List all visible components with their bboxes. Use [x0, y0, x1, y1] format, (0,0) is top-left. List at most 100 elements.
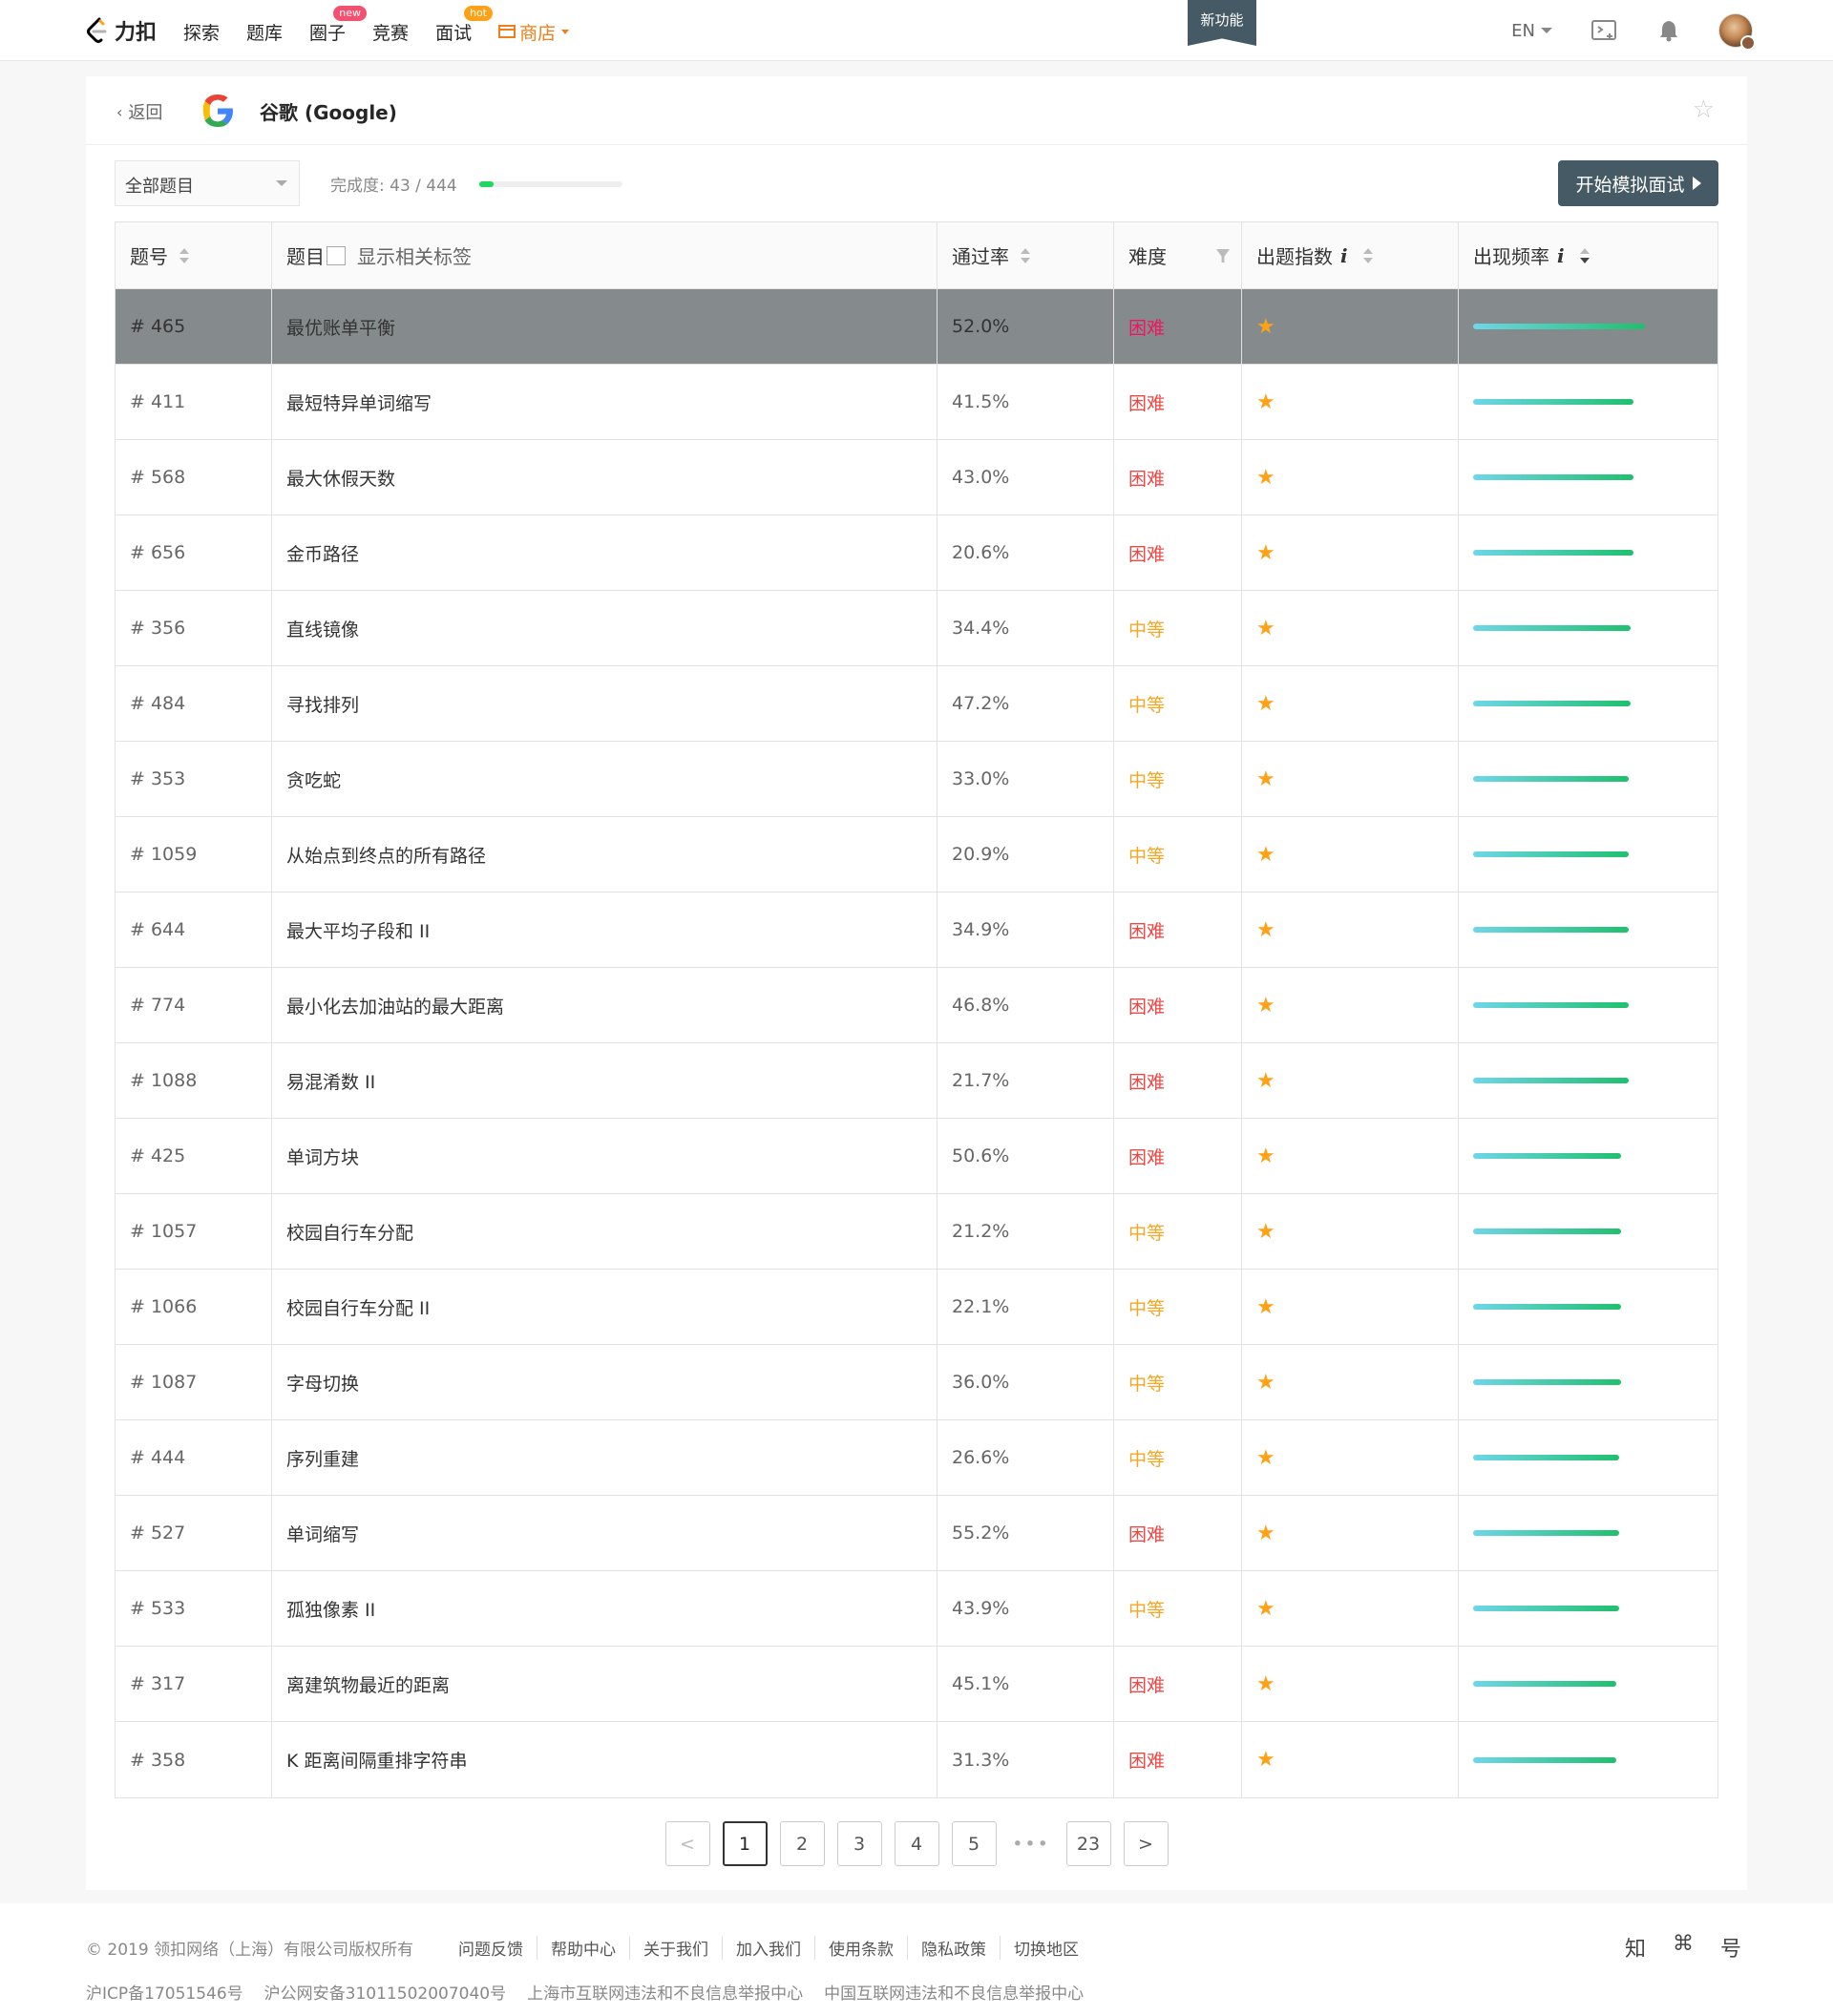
- footer-link[interactable]: 使用条款: [815, 1936, 908, 1960]
- icp-link[interactable]: 沪ICP备17051546号: [86, 1980, 243, 2004]
- info-icon[interactable]: i: [1340, 244, 1348, 267]
- next-page-button[interactable]: >: [1123, 1821, 1169, 1866]
- footer-link[interactable]: 切换地区: [1001, 1936, 1092, 1960]
- question-filter-select[interactable]: 全部题目: [115, 160, 300, 206]
- cell-difficulty: 困难: [1114, 1043, 1242, 1118]
- question-id: # 353: [130, 768, 186, 789]
- col-id-header[interactable]: 题号: [116, 222, 272, 288]
- table-row[interactable]: # 1066 校园自行车分配 II 22.1% 中等 ★: [116, 1270, 1717, 1345]
- difficulty-label: 困难: [1128, 1071, 1166, 1093]
- table-row[interactable]: # 527 单词缩写 55.2% 困难 ★: [116, 1496, 1717, 1571]
- question-title-link[interactable]: 校园自行车分配 II: [286, 1294, 430, 1320]
- page-button-1[interactable]: 1: [722, 1821, 768, 1866]
- col-difficulty-header[interactable]: 难度: [1114, 222, 1242, 288]
- question-title-link[interactable]: 金币路径: [286, 540, 359, 566]
- question-title-link[interactable]: K 距离间隔重排字符串: [286, 1747, 468, 1773]
- info-icon[interactable]: i: [1557, 244, 1565, 267]
- new-feature-ribbon[interactable]: 新功能: [1188, 0, 1256, 46]
- language-switch[interactable]: EN: [1511, 21, 1552, 41]
- question-title-link[interactable]: 最大平均子段和 II: [286, 917, 430, 943]
- table-row[interactable]: # 1059 从始点到终点的所有路径 20.9% 中等 ★: [116, 817, 1717, 892]
- footer-link[interactable]: 帮助中心: [537, 1936, 630, 1960]
- question-title-link[interactable]: 离建筑物最近的距离: [286, 1671, 450, 1697]
- table-row[interactable]: # 425 单词方块 50.6% 困难 ★: [116, 1119, 1717, 1194]
- question-title-link[interactable]: 单词缩写: [286, 1521, 359, 1546]
- cell-id: # 1087: [116, 1345, 272, 1419]
- weibo-icon[interactable]: 号: [1720, 1932, 1741, 1963]
- cell-index: ★: [1242, 1119, 1459, 1193]
- start-mock-interview-button[interactable]: 开始模拟面试: [1558, 160, 1718, 206]
- col-rate-header[interactable]: 通过率: [938, 222, 1114, 288]
- table-row[interactable]: # 317 离建筑物最近的距离 45.1% 困难 ★: [116, 1647, 1717, 1722]
- table-row[interactable]: # 411 最短特异单词缩写 41.5% 困难 ★: [116, 365, 1717, 440]
- question-title-link[interactable]: 寻找排列: [286, 691, 359, 717]
- nav-item-1[interactable]: 题库: [246, 17, 283, 45]
- page-button-2[interactable]: 2: [779, 1821, 825, 1866]
- question-title-link[interactable]: 最短特异单词缩写: [286, 389, 432, 415]
- icp-link[interactable]: 上海市互联网违法和不良信息举报中心: [527, 1980, 803, 2004]
- table-row[interactable]: # 644 最大平均子段和 II 34.9% 困难 ★: [116, 892, 1717, 968]
- prev-page-button[interactable]: <: [664, 1821, 710, 1866]
- footer-link[interactable]: 关于我们: [630, 1936, 723, 1960]
- table-row[interactable]: # 356 直线镜像 34.4% 中等 ★: [116, 591, 1717, 666]
- question-title-link[interactable]: 校园自行车分配: [286, 1219, 413, 1245]
- filter-funnel-icon[interactable]: [1216, 249, 1230, 262]
- question-title-link[interactable]: 易混淆数 II: [286, 1068, 375, 1094]
- user-avatar[interactable]: [1718, 13, 1756, 51]
- table-row[interactable]: # 774 最小化去加油站的最大距离 46.8% 困难 ★: [116, 968, 1717, 1043]
- question-title-link[interactable]: 字母切换: [286, 1370, 359, 1396]
- show-tags-label[interactable]: 显示相关标签: [357, 242, 472, 269]
- footer-link[interactable]: 问题反馈: [458, 1936, 537, 1960]
- nav-item-4[interactable]: 面试 hot: [435, 5, 494, 45]
- table-row[interactable]: # 533 孤独像素 II 43.9% 中等 ★: [116, 1571, 1717, 1647]
- bell-icon[interactable]: [1657, 18, 1680, 43]
- cell-difficulty: 中等: [1114, 666, 1242, 741]
- frequency-bar: [1473, 1379, 1621, 1385]
- table-row[interactable]: # 444 序列重建 26.6% 中等 ★: [116, 1420, 1717, 1496]
- icp-link[interactable]: 沪公网安备31011502007040号: [264, 1980, 506, 2004]
- icp-link[interactable]: 中国互联网违法和不良信息举报中心: [824, 1980, 1084, 2004]
- nav-store[interactable]: 商店: [498, 17, 570, 45]
- frequency-bar: [1473, 550, 1633, 556]
- show-tags-checkbox[interactable]: [327, 245, 346, 265]
- table-row[interactable]: # 465 最优账单平衡 52.0% 困难 ★: [116, 289, 1717, 365]
- nav-item-2[interactable]: 圈子 new: [309, 5, 368, 45]
- question-title-link[interactable]: 从始点到终点的所有路径: [286, 842, 486, 868]
- question-title-link[interactable]: 孤独像素 II: [286, 1596, 375, 1622]
- back-link[interactable]: ‹ 返回: [116, 99, 162, 124]
- table-row[interactable]: # 358 K 距离间隔重排字符串 31.3% 困难 ★: [116, 1722, 1717, 1797]
- wechat-icon[interactable]: ⌘: [1673, 1932, 1694, 1963]
- table-row[interactable]: # 1087 字母切换 36.0% 中等 ★: [116, 1345, 1717, 1420]
- question-title-link[interactable]: 直线镜像: [286, 616, 359, 641]
- question-title-link[interactable]: 最优账单平衡: [286, 314, 395, 340]
- question-title-link[interactable]: 最小化去加油站的最大距离: [286, 993, 504, 1018]
- nav-item-3[interactable]: 竞赛: [372, 17, 409, 45]
- zhihu-icon[interactable]: 知: [1625, 1932, 1646, 1963]
- table-row[interactable]: # 484 寻找排列 47.2% 中等 ★: [116, 666, 1717, 742]
- brand-logo[interactable]: 力扣: [84, 13, 157, 48]
- footer-link[interactable]: 隐私政策: [908, 1936, 1001, 1960]
- table-row[interactable]: # 656 金币路径 20.6% 困难 ★: [116, 515, 1717, 591]
- table-row[interactable]: # 1057 校园自行车分配 21.2% 中等 ★: [116, 1194, 1717, 1270]
- page-button-3[interactable]: 3: [836, 1821, 882, 1866]
- acceptance-rate: 41.5%: [952, 391, 1010, 412]
- table-row[interactable]: # 1088 易混淆数 II 21.7% 困难 ★: [116, 1043, 1717, 1119]
- acceptance-rate: 21.2%: [952, 1221, 1010, 1242]
- page-button-last[interactable]: 23: [1065, 1821, 1111, 1866]
- table-row[interactable]: # 568 最大休假天数 43.0% 困难 ★: [116, 440, 1717, 515]
- question-title-link[interactable]: 最大休假天数: [286, 465, 395, 491]
- question-title-link[interactable]: 贪吃蛇: [286, 766, 341, 792]
- nav-item-0[interactable]: 探索: [183, 17, 220, 45]
- question-title-link[interactable]: 单词方块: [286, 1144, 359, 1169]
- playground-icon[interactable]: [1591, 18, 1619, 43]
- page-button-5[interactable]: 5: [951, 1821, 997, 1866]
- page-button-4[interactable]: 4: [894, 1821, 939, 1866]
- col-index-header[interactable]: 出题指数 i: [1242, 222, 1459, 288]
- question-id: # 1087: [130, 1372, 198, 1393]
- table-row[interactable]: # 353 贪吃蛇 33.0% 中等 ★: [116, 742, 1717, 817]
- cell-difficulty: 中等: [1114, 1270, 1242, 1344]
- favorite-star-icon[interactable]: ☆: [1693, 95, 1715, 124]
- col-freq-header[interactable]: 出现频率 i: [1459, 222, 1717, 288]
- question-title-link[interactable]: 序列重建: [286, 1445, 359, 1471]
- footer-link[interactable]: 加入我们: [723, 1936, 815, 1960]
